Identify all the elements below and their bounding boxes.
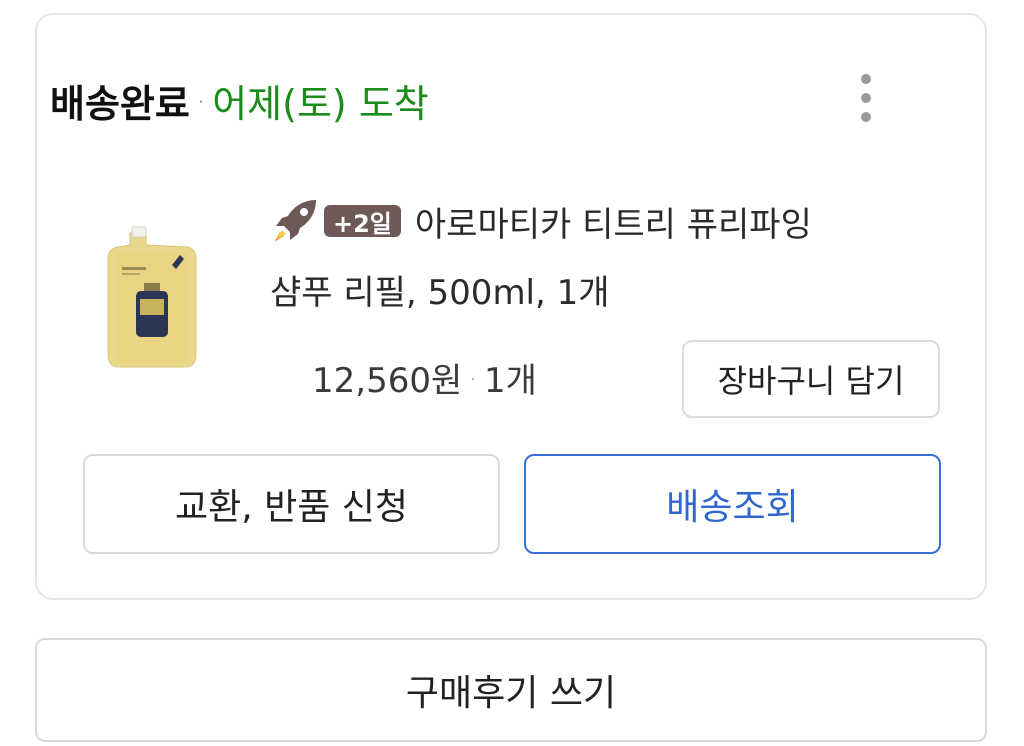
track-delivery-button[interactable]: 배송조회 (524, 454, 941, 554)
arrival-date: 어제(토) 도착 (212, 81, 429, 126)
status-separator: · (197, 90, 205, 114)
order-status-header: 배송완료 · 어제(토) 도착 (50, 70, 429, 130)
more-vertical-icon (861, 74, 871, 84)
price-quantity: 12,560원 · 1개 (312, 348, 537, 406)
product-name-line1[interactable]: 아로마티카 티트리 퓨리파잉 (415, 197, 812, 246)
product-price: 12,560원 (312, 360, 463, 401)
product-name-line2[interactable]: 샴푸 리필, 500ml, 1개 (270, 264, 910, 322)
delivery-status: 배송완료 (50, 81, 190, 126)
delivery-days-badge: +2일 (324, 205, 401, 238)
write-review-button[interactable]: 구매후기 쓰기 (35, 638, 987, 742)
price-separator: · (470, 368, 476, 390)
product-quantity: 1개 (483, 360, 537, 401)
product-info: +2일 아로마티카 티트리 퓨리파잉 샴푸 리필, 500ml, 1개 (270, 190, 910, 322)
exchange-return-button[interactable]: 교환, 반품 신청 (83, 454, 500, 554)
more-options-button[interactable] (848, 68, 884, 128)
product-thumbnail[interactable] (92, 225, 212, 375)
add-to-cart-button[interactable]: 장바구니 담기 (682, 340, 940, 418)
rocket-icon (274, 200, 316, 242)
